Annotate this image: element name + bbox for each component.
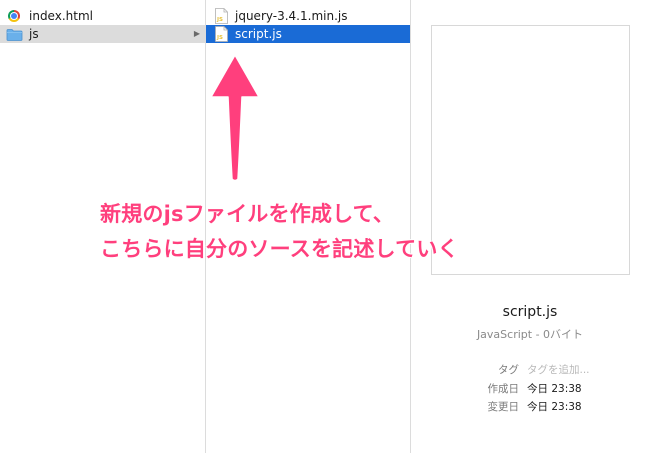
created-value: 今日 23:38 <box>527 383 582 395</box>
js-file-icon: JS <box>215 8 228 24</box>
file-row-index-html[interactable]: index.html <box>0 7 205 25</box>
file-row-jquery[interactable]: JS jquery-3.4.1.min.js <box>206 7 410 25</box>
preview-file-name: script.js <box>502 304 558 320</box>
created-label: 作成日 <box>487 383 520 395</box>
tags-input[interactable]: タグを追加... <box>527 362 590 377</box>
modified-value: 今日 23:38 <box>527 401 582 413</box>
file-name: script.js <box>235 27 282 41</box>
svg-text:JS: JS <box>216 17 223 23</box>
preview-pane: script.js JavaScript - 0バイト タグ タグを追加... … <box>411 0 649 453</box>
annotation-line-1: 新規のjsファイルを作成して、 <box>100 202 395 226</box>
annotation-line-2: こちらに自分のソースを記述していく <box>100 237 459 261</box>
modified-label: 変更日 <box>487 401 520 413</box>
js-file-icon: JS <box>215 26 228 42</box>
folder-name: js <box>29 27 39 41</box>
file-name: jquery-3.4.1.min.js <box>235 9 348 23</box>
chrome-icon <box>8 10 20 22</box>
chevron-right-icon: ▶ <box>193 29 200 38</box>
preview-file-kind: JavaScript - 0バイト <box>476 328 584 341</box>
file-preview-thumbnail <box>431 25 630 275</box>
svg-text:JS: JS <box>216 35 223 41</box>
file-name: index.html <box>29 9 93 23</box>
arrow-up-icon <box>210 54 260 182</box>
folder-row-js[interactable]: js ▶ <box>0 25 205 43</box>
tags-label: タグ <box>498 364 519 376</box>
file-row-script-js[interactable]: JS script.js <box>206 25 410 43</box>
folder-icon <box>6 29 23 41</box>
